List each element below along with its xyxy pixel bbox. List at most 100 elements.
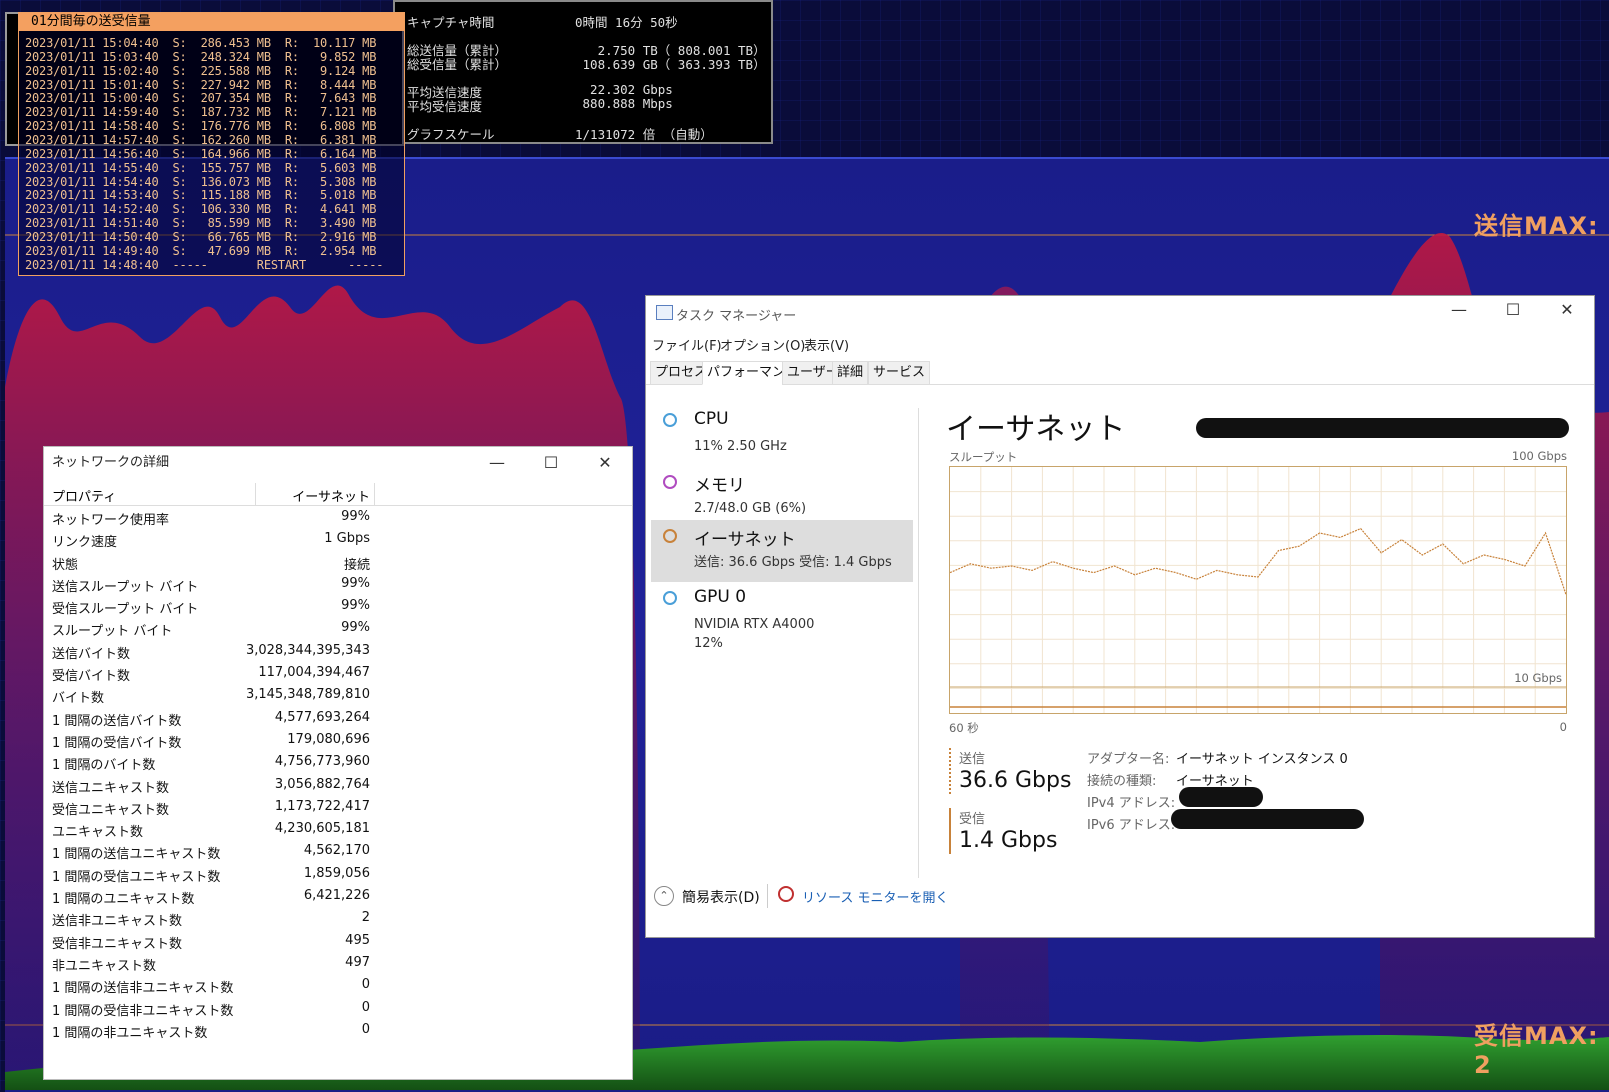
table-row[interactable]: 1 間隔の受信ユニキャスト数 1,859,056 xyxy=(44,863,632,885)
log-row: 2023/01/11 14:53:40 S: 115.188 MB R: 5.0… xyxy=(25,188,377,203)
network-details-table: プロパティ イーサネット ネットワーク使用率 99% リンク速度 1 Gbps 状態 接続… xyxy=(44,483,632,1041)
task-manager-icon xyxy=(656,305,673,320)
log-row: 2023/01/11 14:52:40 S: 106.330 MB R: 4.6… xyxy=(25,202,377,217)
scale-mid-label: 10 Gbps xyxy=(1514,671,1562,685)
time-left-label: 60 秒 xyxy=(949,721,979,735)
menu-options[interactable]: オプション(O) xyxy=(720,335,805,354)
table-row[interactable]: 1 間隔の送信バイト数 4,577,693,264 xyxy=(44,707,632,729)
total-recv-value: 108.639 GB（ 363.393 TB） xyxy=(575,57,766,72)
sidebar-item-gpu[interactable]: GPU 0 NVIDIA RTX A4000 12% xyxy=(651,582,913,652)
recv-value: 1.4 Gbps xyxy=(959,828,1058,853)
table-row[interactable]: 送信バイト数 3,028,344,395,343 xyxy=(44,640,632,662)
table-row[interactable]: 1 間隔のユニキャスト数 6,421,226 xyxy=(44,885,632,907)
table-row[interactable]: スループット バイト 99% xyxy=(44,617,632,639)
table-row[interactable]: 1 間隔の受信バイト数 179,080,696 xyxy=(44,729,632,751)
table-row[interactable]: ユニキャスト数 4,230,605,181 xyxy=(44,818,632,840)
log-row: 2023/01/11 14:49:40 S: 47.699 MB R: 2.95… xyxy=(25,243,377,258)
row-property: 1 間隔の受信バイト数 xyxy=(52,735,182,751)
table-row[interactable]: 受信バイト数 117,004,394,467 xyxy=(44,662,632,684)
tm-maximize-button[interactable]: ☐ xyxy=(1486,294,1540,326)
row-property: 1 間隔の受信非ユニキャスト数 xyxy=(52,1003,234,1019)
sidebar-item-cpu[interactable]: CPU 11% 2.50 GHz xyxy=(651,404,913,466)
table-row[interactable]: 送信非ユニキャスト数 2 xyxy=(44,907,632,929)
avg-recv-value: 880.888 Mbps xyxy=(575,96,673,111)
row-value: 0 xyxy=(361,999,370,1015)
table-row[interactable]: 受信スループット バイト 99% xyxy=(44,595,632,617)
log-row: 2023/01/11 15:03:40 S: 248.324 MB R: 9.8… xyxy=(25,49,377,64)
table-row[interactable]: バイト数 3,145,348,789,810 xyxy=(44,684,632,706)
tab-bar: プロセス パフォーマンス ユーザー 詳細 サービス xyxy=(646,358,1594,385)
table-row[interactable]: リンク速度 1 Gbps xyxy=(44,528,632,550)
send-marker xyxy=(949,748,953,794)
tab-details[interactable]: 詳細 xyxy=(832,361,869,385)
row-property: 1 間隔の送信ユニキャスト数 xyxy=(52,847,221,863)
menu-file[interactable]: ファイル(F) xyxy=(652,335,722,354)
row-value: 6,421,226 xyxy=(303,888,370,904)
row-value: 3,145,348,789,810 xyxy=(245,687,370,703)
log-row: 2023/01/11 14:54:40 S: 136.073 MB R: 5.3… xyxy=(25,174,377,189)
sidebar-item-memory[interactable]: メモリ 2.7/48.0 GB (6%) xyxy=(651,466,913,528)
row-value: 4,756,773,960 xyxy=(274,754,370,770)
minimize-button[interactable]: — xyxy=(470,447,524,479)
close-button[interactable]: ✕ xyxy=(578,447,632,479)
log-row: 2023/01/11 14:59:40 S: 187.732 MB R: 7.1… xyxy=(25,105,377,120)
time-right-label: 0 xyxy=(1559,720,1567,734)
row-value: 3,056,882,764 xyxy=(274,776,370,792)
avg-recv-label: 平均受信速度 xyxy=(407,99,483,114)
table-row[interactable]: 1 間隔の送信非ユニキャスト数 0 xyxy=(44,974,632,996)
row-value: 99% xyxy=(341,620,370,636)
tab-services[interactable]: サービス xyxy=(868,361,931,385)
table-row[interactable]: 状態 接続 xyxy=(44,551,632,573)
row-value: 3,028,344,395,343 xyxy=(245,642,370,658)
row-value: 99% xyxy=(341,598,370,614)
send-max-label: 送信MAX: xyxy=(1474,212,1599,240)
sidebar-item-ethernet[interactable]: イーサネット 送信: 36.6 Gbps 受信: 1.4 Gbps xyxy=(651,520,913,582)
menu-view[interactable]: 表示(V) xyxy=(804,335,849,354)
minute-log: 01分間毎の送受信量 2023/01/11 15:04:40 S: 286.45… xyxy=(18,12,405,276)
chevron-up-icon[interactable]: ⌃ xyxy=(654,886,674,906)
row-value: 99% xyxy=(341,575,370,591)
log-row: 2023/01/11 14:50:40 S: 66.765 MB R: 2.91… xyxy=(25,229,377,244)
tm-minimize-button[interactable]: — xyxy=(1432,294,1486,326)
table-row[interactable]: 1 間隔の受信非ユニキャスト数 0 xyxy=(44,997,632,1019)
sidebar-item-label: CPU xyxy=(694,409,729,429)
row-value: 4,562,170 xyxy=(303,843,370,859)
resource-monitor-icon xyxy=(778,886,794,902)
row-value: 1,859,056 xyxy=(303,865,370,881)
simple-view-button[interactable]: 簡易表示(D) xyxy=(682,887,760,907)
log-row: 2023/01/11 14:58:40 S: 176.776 MB R: 6.8… xyxy=(25,119,377,134)
table-row[interactable]: ネットワーク使用率 99% xyxy=(44,506,632,528)
table-row[interactable]: 非ユニキャスト数 497 xyxy=(44,952,632,974)
table-row[interactable]: 送信スループット バイト 99% xyxy=(44,573,632,595)
row-property: ネットワーク使用率 xyxy=(52,513,170,528)
ipv4-key: IPv4 アドレス: xyxy=(1087,796,1176,811)
table-row[interactable]: 受信非ユニキャスト数 495 xyxy=(44,930,632,952)
tm-close-button[interactable]: ✕ xyxy=(1540,294,1594,326)
row-value: 2 xyxy=(361,910,370,926)
row-property: 1 間隔の送信バイト数 xyxy=(52,713,182,729)
row-value: 495 xyxy=(345,932,370,948)
column-property[interactable]: プロパティ xyxy=(52,486,116,505)
open-resource-monitor-link[interactable]: リソース モニターを開く xyxy=(802,887,948,906)
table-row[interactable]: 1 間隔の送信ユニキャスト数 4,562,170 xyxy=(44,840,632,862)
row-property: 受信非ユニキャスト数 xyxy=(52,936,183,952)
row-property: 受信バイト数 xyxy=(52,669,131,685)
ethernet-icon xyxy=(663,529,677,543)
maximize-button[interactable]: ☐ xyxy=(524,447,578,479)
network-details-rows: ネットワーク使用率 99% リンク速度 1 Gbps 状態 接続 送信スループット バイト 9… xyxy=(44,506,632,1041)
row-property: 1 間隔のバイト数 xyxy=(52,758,156,774)
ipv6-key: IPv6 アドレス: xyxy=(1087,818,1176,833)
table-row[interactable]: 受信ユニキャスト数 1,173,722,417 xyxy=(44,796,632,818)
log-row: 2023/01/11 15:01:40 S: 227.942 MB R: 8.4… xyxy=(25,77,377,92)
recv-marker xyxy=(949,808,951,854)
row-property: 送信バイト数 xyxy=(52,646,131,662)
row-property: 1 間隔の非ユニキャスト数 xyxy=(52,1025,208,1041)
row-property: 1 間隔の受信ユニキャスト数 xyxy=(52,869,221,885)
column-ethernet[interactable]: イーサネット xyxy=(292,486,370,505)
table-row[interactable]: 1 間隔の非ユニキャスト数 0 xyxy=(44,1019,632,1041)
gpu-icon xyxy=(663,591,677,605)
table-row[interactable]: 送信ユニキャスト数 3,056,882,764 xyxy=(44,774,632,796)
log-row: 2023/01/11 14:57:40 S: 162.260 MB R: 6.3… xyxy=(25,132,377,147)
table-row[interactable]: 1 間隔のバイト数 4,756,773,960 xyxy=(44,751,632,773)
log-row: 2023/01/11 15:02:40 S: 225.588 MB R: 9.1… xyxy=(25,63,377,78)
